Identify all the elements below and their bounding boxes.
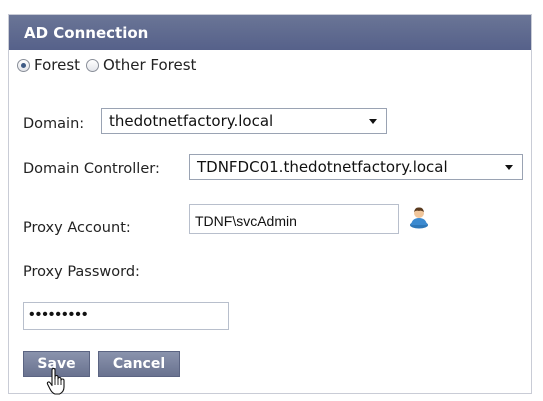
user-lookup-icon[interactable] <box>407 205 431 229</box>
chevron-down-icon <box>369 119 377 124</box>
domain-controller-select-value: TDNFDC01.thedotnetfactory.local <box>197 158 448 176</box>
domain-controller-select[interactable]: TDNFDC01.thedotnetfactory.local <box>189 154 523 180</box>
domain-controller-label: Domain Controller: <box>23 161 160 177</box>
forest-radio-group: Forest Other Forest <box>17 54 202 76</box>
panel-title: AD Connection <box>24 23 149 42</box>
cancel-button[interactable]: Cancel <box>98 351 180 377</box>
domain-select[interactable]: thedotnetfactory.local <box>101 108 387 134</box>
domain-select-value: thedotnetfactory.local <box>109 112 274 130</box>
other-forest-radio-label[interactable]: Other Forest <box>103 56 196 74</box>
proxy-account-input[interactable]: TDNF\svcAdmin <box>189 204 399 234</box>
hand-cursor-icon <box>46 367 68 396</box>
panel-header: AD Connection <box>9 15 531 50</box>
chevron-down-icon <box>505 165 513 170</box>
domain-label: Domain: <box>23 116 85 132</box>
proxy-password-input[interactable]: ••••••••• <box>23 302 229 330</box>
forest-radio-label[interactable]: Forest <box>34 56 80 74</box>
proxy-password-label: Proxy Password: <box>23 264 140 280</box>
proxy-account-label: Proxy Account: <box>23 220 131 236</box>
forest-radio[interactable] <box>17 58 30 72</box>
other-forest-radio[interactable] <box>86 58 100 72</box>
